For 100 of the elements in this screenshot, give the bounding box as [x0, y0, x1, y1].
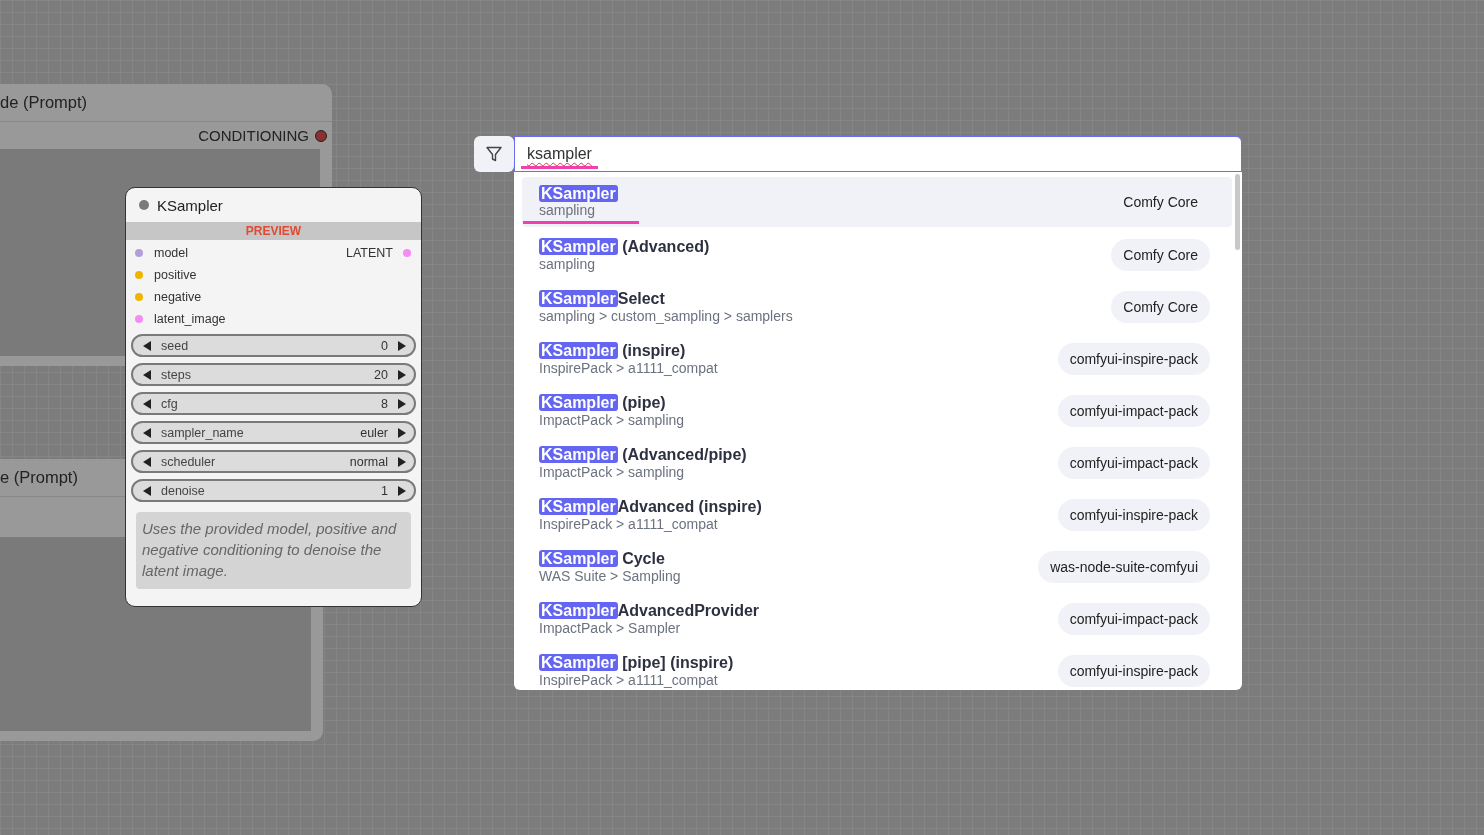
match-highlight: KSampler — [539, 602, 618, 619]
decrement-icon[interactable] — [143, 456, 151, 467]
match-highlight: KSampler — [539, 550, 618, 567]
source-tag: comfyui-inspire-pack — [1057, 499, 1210, 531]
result-category: sampling > custom_sampling > samplers — [539, 308, 793, 325]
result-name: (pipe) — [621, 393, 666, 412]
result-item[interactable]: KSamplerAdvancedProvider ImpactPack > Sampler comfyui-impact-pack — [522, 593, 1232, 645]
result-name: Select — [617, 289, 665, 308]
decrement-icon[interactable] — [143, 369, 151, 380]
result-category: ImpactPack > Sampler — [539, 620, 682, 637]
source-tag: comfyui-impact-pack — [1057, 395, 1210, 427]
number-widget[interactable]: sampler_name euler — [131, 421, 416, 444]
match-highlight: KSampler — [539, 290, 618, 307]
input-dot[interactable] — [135, 293, 143, 301]
match-highlight: KSampler — [539, 238, 618, 255]
increment-icon[interactable] — [398, 369, 406, 380]
widget-value: euler — [360, 425, 388, 440]
input-label: positive — [154, 268, 198, 282]
result-category: sampling — [539, 202, 597, 219]
number-widget[interactable]: cfg 8 — [131, 392, 416, 415]
result-category: ImpactPack > sampling — [539, 412, 685, 429]
result-item[interactable]: KSampler (pipe) ImpactPack > sampling comfyui-impact-pack — [522, 385, 1232, 437]
result-item[interactable]: KSampler (inspire) InspirePack > a1111_compat comfyui-inspire-pack — [522, 333, 1232, 385]
output-label: CONDITIONING — [198, 127, 309, 144]
widget-value: 1 — [381, 483, 388, 498]
increment-icon[interactable] — [398, 340, 406, 351]
increment-icon[interactable] — [398, 456, 406, 467]
result-name: AdvancedProvider — [617, 601, 760, 620]
match-highlight: KSampler — [539, 342, 618, 359]
match-highlight: KSampler — [539, 394, 618, 411]
search-text: ksampler — [527, 145, 592, 163]
input-label: latent_image — [154, 312, 227, 326]
result-item[interactable]: KSamplerAdvanced (inspire) InspirePack > a1111_compat comfyui-inspire-pack — [522, 489, 1232, 541]
search-field[interactable]: ksampler — [514, 136, 1242, 172]
result-name: Advanced (inspire) — [617, 497, 762, 516]
result-item[interactable]: KSampler sampling Comfy Core — [522, 177, 1232, 227]
result-category: InspirePack > a1111_compat — [539, 360, 718, 377]
decrement-icon[interactable] — [143, 485, 151, 496]
decrement-icon[interactable] — [143, 427, 151, 438]
preview-banner: PREVIEW — [126, 222, 421, 240]
node-title: e (Prompt) — [0, 468, 78, 487]
result-category: sampling — [539, 256, 597, 273]
result-category: InspirePack > a1111_compat — [539, 672, 719, 689]
result-item[interactable]: KSampler (Advanced/pipe) ImpactPack > sampling comfyui-impact-pack — [522, 437, 1232, 489]
result-category: WAS Suite > Sampling — [539, 568, 681, 585]
increment-icon[interactable] — [398, 485, 406, 496]
output-label: LATENT — [346, 246, 393, 260]
input-dot[interactable] — [135, 271, 143, 279]
scrollbar[interactable] — [1235, 174, 1240, 250]
widget-value: 8 — [381, 396, 388, 411]
number-widget[interactable]: scheduler normal — [131, 450, 416, 473]
result-category: ImpactPack > sampling — [539, 464, 686, 481]
node-title: KSampler — [157, 196, 223, 214]
result-category: InspirePack > a1111_compat — [539, 516, 719, 533]
increment-icon[interactable] — [398, 398, 406, 409]
widget-label: seed — [161, 338, 190, 353]
result-name: (Advanced/pipe) — [621, 445, 747, 464]
source-tag: comfyui-impact-pack — [1057, 447, 1210, 479]
output-dot[interactable] — [403, 249, 411, 257]
match-highlight: KSampler — [539, 498, 618, 515]
node-description: Uses the provided model, positive and negative conditioning to denoise the latent image. — [136, 512, 411, 589]
number-widget[interactable]: denoise 1 — [131, 479, 416, 502]
widget-label: steps — [161, 367, 192, 382]
source-tag: was-node-suite-comfyui — [1038, 551, 1210, 583]
match-highlight: KSampler — [539, 446, 618, 463]
source-tag: Comfy Core — [1111, 186, 1210, 218]
decrement-icon[interactable] — [143, 340, 151, 351]
result-item[interactable]: KSamplerSelect sampling > custom_sampling > samplers Comfy Core — [522, 281, 1232, 333]
input-label: model — [154, 246, 190, 260]
output-dot[interactable] — [315, 129, 327, 142]
widget-value: 20 — [374, 367, 388, 382]
result-item[interactable]: KSampler [pipe] (inspire) InspirePack > a1111_compat comfyui-inspire-pack — [522, 645, 1232, 690]
widget-value: 0 — [381, 338, 388, 353]
source-tag: comfyui-impact-pack — [1057, 603, 1210, 635]
result-name: Cycle — [621, 549, 665, 568]
widget-label: scheduler — [161, 454, 217, 469]
source-tag: Comfy Core — [1111, 291, 1210, 323]
increment-icon[interactable] — [398, 427, 406, 438]
result-item[interactable]: KSampler (Advanced) sampling Comfy Core — [522, 229, 1232, 281]
result-name: (inspire) — [621, 341, 686, 360]
input-dot[interactable] — [135, 249, 143, 257]
number-widget[interactable]: steps 20 — [131, 363, 416, 386]
source-tag: comfyui-inspire-pack — [1057, 655, 1210, 687]
number-widget[interactable]: seed 0 — [131, 334, 416, 357]
input-label: negative — [154, 290, 203, 304]
match-highlight: KSampler — [539, 654, 618, 671]
filter-button[interactable] — [474, 136, 514, 172]
collapse-dot[interactable] — [139, 200, 149, 210]
match-highlight: KSampler — [539, 185, 618, 202]
widget-value: normal — [349, 454, 388, 469]
input-dot[interactable] — [135, 315, 143, 323]
result-name: (Advanced) — [621, 237, 710, 256]
decrement-icon[interactable] — [143, 398, 151, 409]
widget-label: sampler_name — [161, 425, 245, 440]
source-tag: Comfy Core — [1111, 239, 1210, 271]
result-item[interactable]: KSampler Cycle WAS Suite > Sampling was-node-suite-comfyui — [522, 541, 1232, 593]
node-title: de (Prompt) — [0, 93, 88, 112]
filter-icon — [485, 145, 503, 163]
widget-label: denoise — [161, 483, 206, 498]
result-name: [pipe] (inspire) — [621, 653, 734, 672]
